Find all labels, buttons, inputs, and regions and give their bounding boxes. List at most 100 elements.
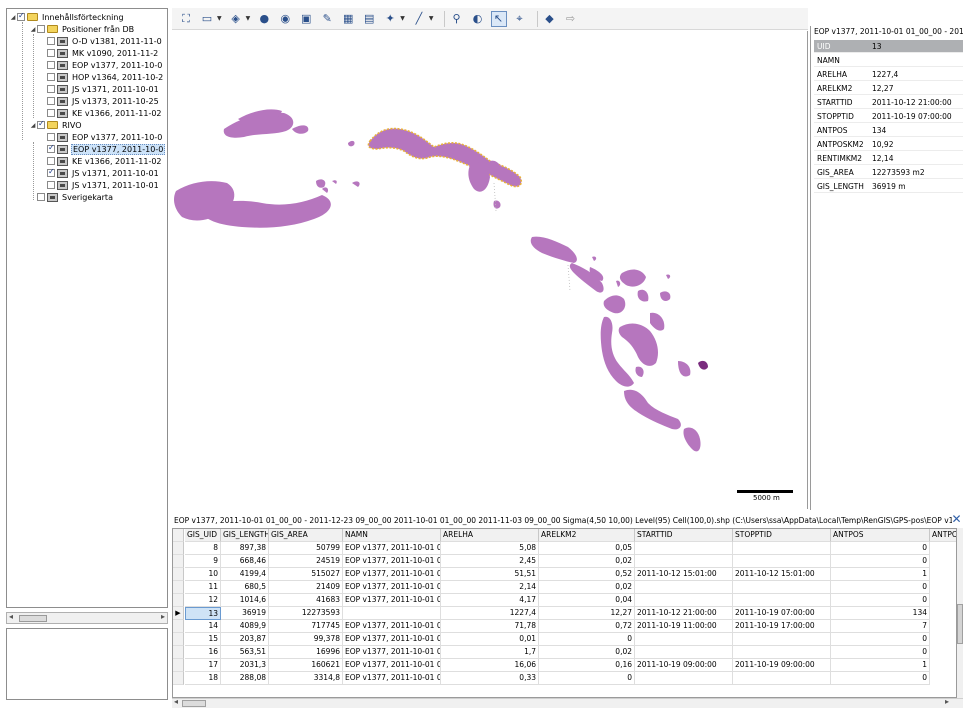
table-cell[interactable]: 160621 <box>269 659 343 672</box>
table-cell[interactable]: 0,33 <box>441 672 539 685</box>
dropdown-arrow-icon[interactable]: ▼ <box>217 15 222 22</box>
map-polygon[interactable] <box>635 366 644 377</box>
table-cell[interactable]: 2031,3 <box>221 659 269 672</box>
column-header[interactable]: STARTTID <box>635 529 733 542</box>
map-polygon[interactable] <box>348 140 355 147</box>
attribute-row[interactable]: GIS_AREA 12273593 m2 <box>814 166 963 179</box>
row-selector[interactable] <box>173 581 184 594</box>
map-polygon[interactable] <box>322 187 329 193</box>
table-cell[interactable]: 16 <box>185 646 221 659</box>
table-row[interactable]: 17 2031,3 160621 EOP v1377, 2011-10-01 0 16,… <box>173 659 956 672</box>
table-cell[interactable]: 2011-10-19 11:00:00 <box>635 620 733 633</box>
tree-item[interactable]: HOP v1364, 2011-10-2 <box>47 71 164 83</box>
table-cell[interactable]: EOP v1377, 2011-10-01 0 <box>343 659 441 672</box>
column-header[interactable]: ANTPOS <box>831 529 930 542</box>
table-cell[interactable]: 18 <box>185 672 221 685</box>
tree-item[interactable]: EOP v1377, 2011-10-0 <box>47 59 163 71</box>
attribute-row[interactable]: STARTTID 2011-10-12 21:00:00 <box>814 96 963 109</box>
attribute-row[interactable]: NAMN <box>814 54 963 67</box>
checkbox[interactable] <box>47 167 55 177</box>
table-cell[interactable]: 1 <box>831 568 930 581</box>
tree-item[interactable]: O-D v1381, 2011-11-0 <box>47 35 163 47</box>
table-cell[interactable]: 12 <box>185 594 221 607</box>
table-cell[interactable] <box>635 581 733 594</box>
map-polygon[interactable] <box>292 125 309 134</box>
zoom-in-icon[interactable]: ⚲ <box>449 11 465 27</box>
globe-icon[interactable]: ● <box>256 11 272 27</box>
table-cell[interactable]: EOP v1377, 2011-10-01 0 <box>343 555 441 568</box>
table-cell[interactable]: 12273593 <box>269 607 343 620</box>
map-polygon-selected[interactable] <box>367 127 523 188</box>
checkbox[interactable] <box>37 25 45 33</box>
table-cell[interactable]: 2011-10-12 15:01:00 <box>733 568 831 581</box>
table-cell[interactable]: 50799 <box>269 542 343 555</box>
back-icon[interactable]: ◆ <box>542 11 558 27</box>
table-row[interactable]: 14 4089,9 717745 EOP v1377, 2011-10-01 0 71,… <box>173 620 956 633</box>
attribute-row[interactable]: ARELHA 1227,4 <box>814 68 963 81</box>
map-polygon-dark[interactable] <box>698 360 708 370</box>
table-cell[interactable]: EOP v1377, 2011-10-01 0 <box>343 594 441 607</box>
table-cell[interactable]: 203,87 <box>221 633 269 646</box>
row-selector[interactable] <box>173 529 184 542</box>
table-row[interactable]: 11 680,5 21409 EOP v1377, 2011-10-01 0 2,14 0… <box>173 581 956 594</box>
checkbox[interactable] <box>47 37 55 45</box>
table-cell[interactable]: EOP v1377, 2011-10-01 0 <box>343 620 441 633</box>
table-cell[interactable]: 3314,8 <box>269 672 343 685</box>
map-polygon[interactable] <box>493 200 501 209</box>
table-cell[interactable]: 41683 <box>269 594 343 607</box>
table-cell[interactable]: 0 <box>831 646 930 659</box>
table-cell[interactable]: 4089,9 <box>221 620 269 633</box>
map-polygon[interactable] <box>603 295 626 314</box>
table-cell[interactable]: 0 <box>831 633 930 646</box>
scrollbar-thumb[interactable] <box>957 604 963 644</box>
table-cell[interactable]: 2011-10-12 21:00:00 <box>635 607 733 620</box>
row-selector[interactable] <box>173 555 184 568</box>
table-cell[interactable] <box>635 672 733 685</box>
table-cell[interactable]: EOP v1377, 2011-10-01 0 <box>343 568 441 581</box>
map-polygon[interactable] <box>592 256 597 261</box>
dropdown-arrow-icon[interactable]: ▼ <box>400 15 405 22</box>
table-cell[interactable]: 21409 <box>269 581 343 594</box>
table-cell[interactable]: 13 <box>185 607 221 620</box>
table-cell[interactable]: 0 <box>831 581 930 594</box>
table-cell[interactable]: 12,27 <box>539 607 635 620</box>
checkbox[interactable] <box>47 85 55 93</box>
scrollbar-thumb[interactable] <box>182 700 206 707</box>
table-cell[interactable]: 2011-10-19 07:00:00 <box>733 607 831 620</box>
table-cell[interactable]: EOP v1377, 2011-10-01 0 <box>343 646 441 659</box>
table-cell[interactable] <box>635 542 733 555</box>
column-header[interactable]: NAMN <box>343 529 441 542</box>
attribute-row[interactable]: GIS_LENGTH 36919 m <box>814 180 963 193</box>
table-cell[interactable]: EOP v1377, 2011-10-01 0 <box>343 581 441 594</box>
table-cell[interactable] <box>733 555 831 568</box>
table-cell[interactable]: 0,02 <box>539 646 635 659</box>
table-row[interactable]: 16 563,51 16996 EOP v1377, 2011-10-01 0 1,7 0… <box>173 646 956 659</box>
map-polygon[interactable] <box>637 289 649 302</box>
table-cell[interactable]: 9 <box>185 555 221 568</box>
table-cell[interactable]: 288,08 <box>221 672 269 685</box>
checkbox[interactable] <box>37 119 45 129</box>
table-cell[interactable] <box>733 542 831 555</box>
column-header[interactable]: ANTPC <box>930 529 956 542</box>
table-cell[interactable]: 14 <box>185 620 221 633</box>
zoom-extent-icon[interactable]: ⛶ <box>178 11 194 27</box>
dropdown-arrow-icon[interactable]: ▼ <box>429 15 434 22</box>
map-polygon[interactable] <box>666 274 671 279</box>
column-header[interactable]: ARELHA <box>441 529 539 542</box>
attribute-row[interactable]: ANTPOS 134 <box>814 124 963 137</box>
table-row[interactable]: 12 1014,6 41683 EOP v1377, 2011-10-01 0 4,17… <box>173 594 956 607</box>
collapse-icon[interactable]: ◢ <box>29 26 37 33</box>
tree-item-sverigekarta[interactable]: Sverigekarta <box>37 191 114 203</box>
table-cell[interactable]: 1227,4 <box>441 607 539 620</box>
table-cell[interactable]: 0 <box>831 555 930 568</box>
tree-item[interactable]: JS v1373, 2011-10-25 <box>47 95 160 107</box>
column-header[interactable]: STOPPTID <box>733 529 831 542</box>
attribute-row[interactable]: RENTIMKM2 12,14 <box>814 152 963 165</box>
tree-group-positioner[interactable]: ◢ Positioner från DB <box>29 23 135 35</box>
checkbox[interactable] <box>47 49 55 57</box>
tree-item[interactable]: JS v1371, 2011-10-01 <box>47 83 160 95</box>
checkbox[interactable] <box>47 109 55 117</box>
table-cell[interactable]: 24519 <box>269 555 343 568</box>
column-header[interactable]: GIS_UID <box>185 529 221 542</box>
table-cell[interactable]: 0,16 <box>539 659 635 672</box>
